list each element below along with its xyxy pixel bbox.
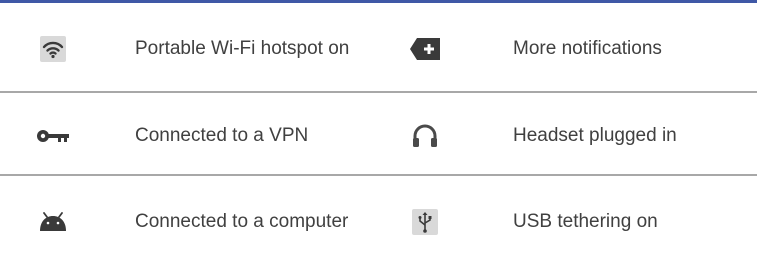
usb-icon	[390, 179, 460, 265]
status-label: Connected to a VPN	[135, 125, 309, 146]
more-notifications-icon	[390, 5, 460, 93]
row-divider	[0, 174, 757, 176]
status-label: More notifications	[513, 38, 662, 59]
android-computer-icon	[18, 179, 88, 265]
status-icon-table: Portable Wi-Fi hotspot on More notificat…	[0, 0, 757, 265]
table-row: Connected to a VPN Headset plugged in	[0, 96, 757, 176]
status-label: Headset plugged in	[513, 125, 677, 146]
status-label: USB tethering on	[513, 211, 658, 232]
table-row: Portable Wi-Fi hotspot on More notificat…	[0, 5, 757, 93]
wifi-hotspot-icon	[18, 5, 88, 93]
table-row: Connected to a computer USB tethering on	[0, 179, 757, 265]
row-divider	[0, 91, 757, 93]
headset-icon	[390, 96, 460, 176]
vpn-key-icon	[18, 96, 88, 176]
status-label: Portable Wi-Fi hotspot on	[135, 38, 350, 59]
status-label: Connected to a computer	[135, 211, 349, 232]
